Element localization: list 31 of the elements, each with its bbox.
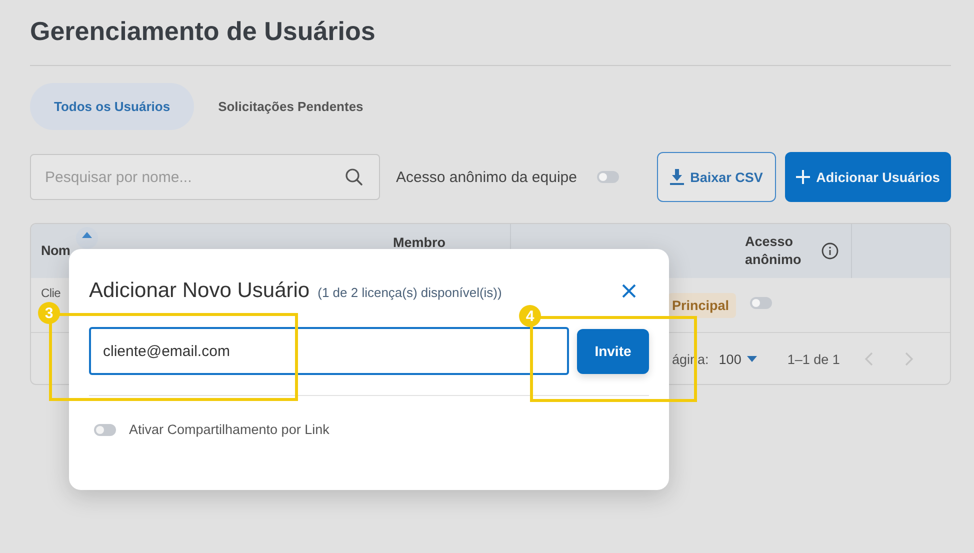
close-button[interactable] [621, 283, 637, 299]
column-header: Nom [41, 242, 70, 260]
toggle-label: Acesso anônimo da equipe [396, 168, 577, 186]
tab[interactable]: Solicitações Pendentes [194, 83, 388, 130]
column-header: Membro [393, 234, 446, 252]
column-header: Acesso anônimo [745, 233, 802, 269]
toggle-switch[interactable] [750, 297, 772, 309]
page-range: 1–1 de 1 [787, 352, 840, 366]
invite-button[interactable]: Invite [577, 328, 649, 374]
caret-icon [747, 356, 758, 362]
add-button[interactable]: Adicionar Usuários [785, 152, 951, 202]
sort-icon[interactable] [76, 227, 98, 249]
plus-icon [796, 170, 810, 184]
search-field[interactable]: Pesquisar por nome... [30, 154, 380, 200]
dialog-title: Adicionar Novo Usuário [89, 279, 310, 303]
email-field[interactable]: cliente@email.com [89, 327, 569, 375]
toggle-switch[interactable] [596, 171, 619, 183]
toggle-label: Ativar Compartilhamento por Link [129, 422, 330, 437]
search-icon [345, 168, 363, 186]
download-icon [670, 169, 684, 185]
rows-per-page-select[interactable]: 100 [718, 352, 758, 366]
table-cell: Clie [41, 287, 60, 300]
tab[interactable]: Todos os Usuários [30, 83, 194, 130]
download-button[interactable]: Baixar CSV [657, 152, 776, 202]
next-page-icon[interactable] [904, 352, 914, 366]
page-title: Gerenciamento de Usuários [30, 15, 376, 48]
info-icon[interactable] [821, 242, 839, 260]
previous-page-icon[interactable] [864, 352, 874, 366]
license-count: (1 de 2 licença(s) disponível(is)) [318, 285, 502, 300]
toggle-switch[interactable] [94, 424, 116, 436]
type-badge: Principal [668, 292, 736, 318]
